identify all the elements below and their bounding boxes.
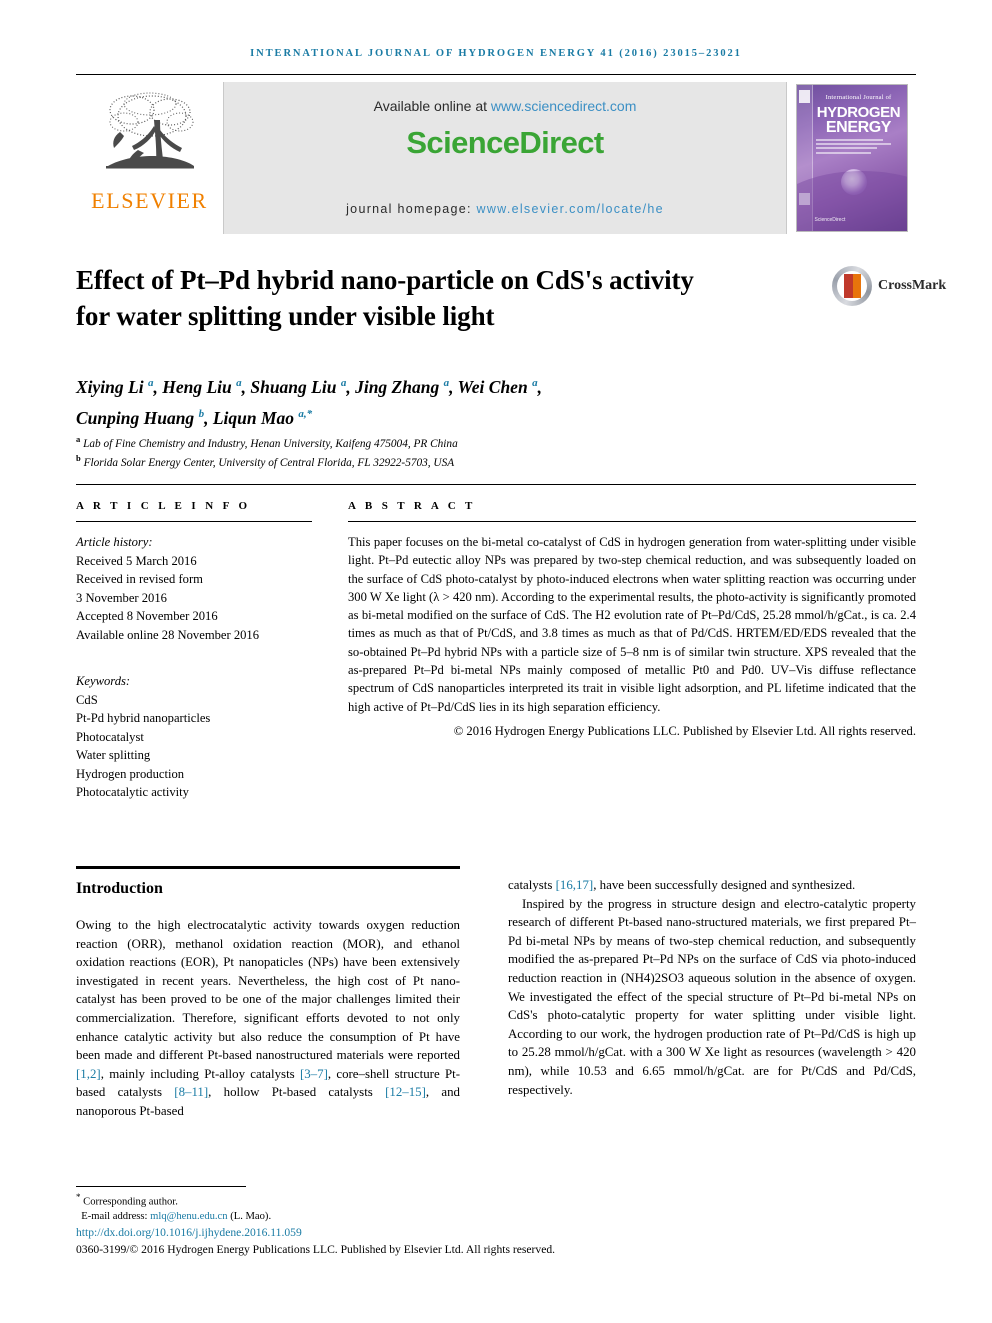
keywords-label: Keywords: (76, 674, 131, 688)
abstract-heading-rule (348, 521, 916, 522)
citation-16-17[interactable]: [16,17] (556, 878, 594, 892)
keyword-item: Pt-Pd hybrid nanoparticles (76, 711, 211, 725)
available-online-line: Available online at www.sciencedirect.co… (374, 98, 637, 114)
keyword-item: Hydrogen production (76, 766, 185, 781)
email-label: E-mail address: (81, 1211, 151, 1223)
crossmark-icon-inner (837, 271, 867, 301)
crossmark-book-right (853, 274, 861, 298)
keywords-list: CdS Pt-Pd hybrid nanoparticles Photocata… (76, 691, 312, 802)
introduction-paragraph-2: Inspired by the progress in structure de… (508, 896, 916, 1097)
sciencedirect-logo: ScienceDirect (406, 125, 604, 160)
body-column-right: catalysts [16,17], have been successfull… (508, 876, 916, 1099)
crossmark-icon (832, 266, 872, 306)
publisher-block: ELSEVIER (76, 82, 224, 234)
journal-homepage-label: journal homepage: (346, 202, 477, 216)
info-top-rule (76, 484, 916, 485)
introduction-rule (76, 866, 460, 869)
introduction-heading: Introduction (76, 880, 163, 897)
body-column-left: Introduction Owing to the high electroca… (76, 880, 460, 1121)
article-history-label: Article history: (76, 535, 153, 549)
email-suffix: (L. Mao). (227, 1211, 272, 1223)
article-info-heading: A R T I C L E I N F O (76, 500, 251, 512)
intro-cont-part-b: , have been successfully designed and sy… (593, 878, 856, 892)
cover-editor-lines (815, 139, 902, 161)
keywords-block: Keywords: CdS Pt-Pd hybrid nanoparticles… (76, 672, 312, 802)
abstract-body: This paper focuses on the bi-metal co-ca… (348, 533, 916, 740)
header-rule (76, 74, 916, 75)
sciencedirect-url-link[interactable]: www.sciencedirect.com (491, 98, 637, 114)
article-history-list: Received 5 March 2016 Received in revise… (76, 552, 312, 645)
introduction-paragraph-1-cont: catalysts [16,17], have been successfull… (508, 876, 916, 895)
history-item: 3 November 2016 (76, 590, 167, 605)
keyword-item: Water splitting (76, 748, 151, 762)
author-list: Xiying Li a, Heng Liu a, Shuang Liu a, J… (76, 370, 756, 432)
email-note: E-mail address: mlq@henu.edu.cn (L. Mao)… (76, 1210, 476, 1225)
cover-title-energy: ENERGY (825, 119, 892, 136)
citation-3-7[interactable]: [3–7] (300, 1067, 328, 1081)
journal-homepage-line: journal homepage: www.elsevier.com/locat… (224, 202, 786, 216)
abstract-heading: A B S T R A C T (348, 500, 476, 512)
article-info-heading-rule (76, 521, 312, 522)
journal-cover-image: International Journal of HYDROGEN ENERGY… (795, 84, 908, 232)
keyword-item: CdS (76, 692, 98, 707)
keyword-item: Photocatalytic activity (76, 785, 189, 799)
crossmark-label: CrossMark (878, 278, 947, 293)
affiliation-b: b Florida Solar Energy Center, Universit… (76, 453, 455, 470)
doi-link[interactable]: http://dx.doi.org/10.1016/j.ijhydene.201… (76, 1226, 302, 1239)
cover-title-small: International Journal of (825, 94, 892, 101)
history-item: Available online 28 November 2016 (76, 627, 260, 642)
sciencedirect-banner: Available online at www.sciencedirect.co… (224, 82, 786, 234)
citation-12-15[interactable]: [12–15] (385, 1085, 426, 1099)
abstract-column: A B S T R A C T This paper focuses on th… (348, 500, 916, 740)
cover-sciencedirect-footer: ScienceDirect (814, 217, 846, 223)
affiliation-a-text: Lab of Fine Chemistry and Industry, Hena… (83, 437, 458, 450)
issn-copyright-line: 0360-3199/© 2016 Hydrogen Energy Publica… (76, 1243, 556, 1256)
intro-cont-part-a: catalysts (508, 878, 556, 892)
elsevier-wordmark: ELSEVIER (91, 188, 208, 213)
asterisk-icon: * (76, 1192, 81, 1202)
running-head: INTERNATIONAL JOURNAL OF HYDROGEN ENERGY… (250, 48, 742, 59)
footnote-rule (76, 1186, 246, 1187)
footnote-block: * Corresponding author. E-mail address: … (76, 1190, 476, 1225)
author-line-2: Cunping Huang b, Liqun Mao a,* (76, 407, 313, 428)
affiliation-b-text: Florida Solar Energy Center, University … (83, 457, 455, 470)
corresponding-author-note: * Corresponding author. (76, 1190, 476, 1210)
affiliations: a Lab of Fine Chemistry and Industry, He… (76, 432, 756, 471)
journal-homepage-link[interactable]: www.elsevier.com/locate/he (477, 202, 664, 216)
email-link[interactable]: mlq@henu.edu.cn (150, 1211, 227, 1222)
corresponding-author-text: Corresponding author. (83, 1196, 178, 1208)
citation-1-2[interactable]: [1,2] (76, 1067, 101, 1081)
available-online-prefix: Available online at (373, 98, 491, 114)
elsevier-tree-logo (105, 92, 194, 169)
abstract-text: This paper focuses on the bi-metal co-ca… (348, 535, 916, 714)
keyword-item: Photocatalyst (76, 729, 144, 744)
journal-cover-block: International Journal of HYDROGEN ENERGY… (786, 82, 916, 234)
citation-8-11[interactable]: [8–11] (174, 1085, 208, 1099)
intro-p1-part-a: Owing to the high electrocatalytic activ… (76, 918, 460, 1063)
masthead: ELSEVIER Available online at www.science… (76, 82, 916, 234)
cover-swoosh-graphic (796, 171, 907, 231)
author-line-1: Xiying Li a, Heng Liu a, Shuang Liu a, J… (76, 376, 542, 397)
history-item: Accepted 8 November 2016 (76, 609, 218, 623)
paper-page: INTERNATIONAL JOURNAL OF HYDROGEN ENERGY… (0, 0, 992, 1323)
crossmark-book-left (844, 274, 853, 298)
page-title: Effect of Pt–Pd hybrid nano-particle on … (76, 265, 694, 331)
abstract-copyright: © 2016 Hydrogen Energy Publications LLC.… (453, 723, 916, 738)
intro-p1-part-d: , hollow Pt-based catalysts (208, 1085, 386, 1100)
crossmark-badge[interactable]: CrossMark (832, 266, 946, 322)
history-item: Received in revised form (76, 572, 203, 586)
affiliation-a: a Lab of Fine Chemistry and Industry, He… (76, 434, 458, 450)
article-info-column: A R T I C L E I N F O Article history: R… (76, 500, 312, 802)
introduction-paragraph-1: Owing to the high electrocatalytic activ… (76, 916, 460, 1121)
intro-p1-part-b: , mainly including Pt-alloy catalysts (100, 1066, 300, 1081)
history-item: Received 5 March 2016 (76, 553, 197, 568)
cover-logo-top-icon (798, 90, 810, 103)
